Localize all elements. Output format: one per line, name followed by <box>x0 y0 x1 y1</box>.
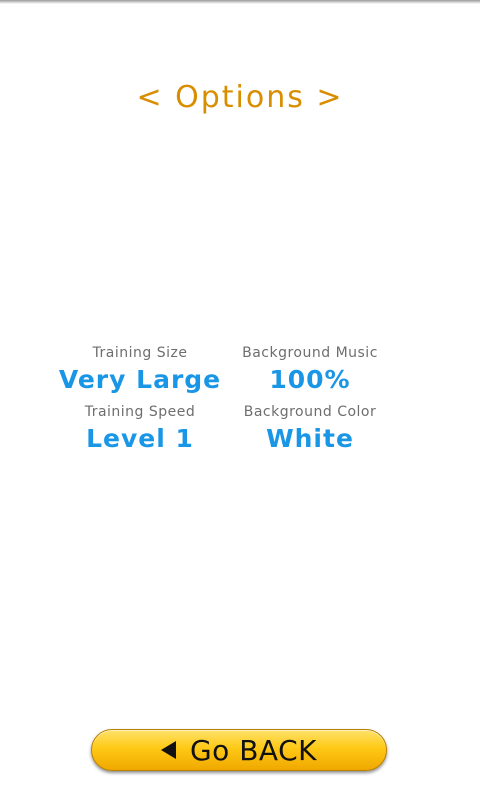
go-back-label: Go BACK <box>189 733 317 767</box>
background-color-label: Background Color <box>243 404 377 420</box>
top-edge-shadow <box>0 0 480 4</box>
background-music-value[interactable]: 100% <box>210 362 410 398</box>
background-color-value[interactable]: White <box>210 421 410 457</box>
back-arrow-icon <box>160 741 176 759</box>
go-back-button[interactable]: Go BACK <box>91 729 387 771</box>
background-color-option[interactable]: Background Color White <box>210 403 410 457</box>
background-music-label: Background Music <box>242 345 378 361</box>
page-title: < Options > <box>136 80 344 115</box>
background-music-option[interactable]: Background Music 100% <box>210 344 410 398</box>
